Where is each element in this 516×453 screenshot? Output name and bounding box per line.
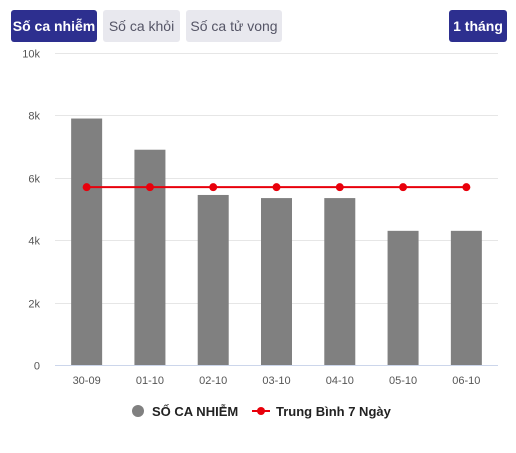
y-tick-label: 4k [28, 236, 40, 248]
y-tick-label: 6k [28, 174, 40, 186]
average-point [462, 183, 471, 192]
legend[interactable]: SỐ CA NHIỄM Trung Bình 7 Ngày [132, 404, 392, 419]
bar [197, 194, 229, 365]
legend-line-label: Trung Bình 7 Ngày [276, 404, 392, 419]
y-tick-label: 2k [28, 299, 40, 311]
legend-line-dot [257, 407, 265, 415]
x-tick-label: 01-10 [136, 375, 164, 387]
bar [134, 149, 166, 365]
y-tick-label: 10k [22, 49, 40, 61]
average-point [272, 183, 281, 192]
bar [71, 118, 103, 366]
x-tick-label: 02-10 [199, 375, 227, 387]
y-tick-label: 0 [34, 361, 40, 373]
bars [71, 118, 482, 366]
y-axis-labels: 0 2k 4k 6k 8k 10k [22, 49, 40, 373]
average-point [82, 183, 91, 192]
x-tick-label: 30-09 [73, 375, 101, 387]
average-point [209, 183, 218, 192]
x-tick-label: 04-10 [326, 375, 354, 387]
bar [387, 230, 419, 365]
x-tick-label: 06-10 [452, 375, 480, 387]
bar [261, 198, 292, 365]
bar [450, 230, 482, 365]
x-tick-label: 05-10 [389, 375, 417, 387]
bar [324, 198, 356, 365]
x-axis-labels: 30-09 01-10 02-10 03-10 04-10 05-10 06-10 [73, 375, 481, 387]
average-point [399, 183, 408, 192]
average-point [145, 183, 154, 192]
average-point [335, 183, 344, 192]
legend-bar-marker [132, 405, 144, 417]
x-tick-label: 03-10 [262, 375, 290, 387]
y-tick-label: 8k [28, 111, 40, 123]
legend-bar-label: SỐ CA NHIỄM [152, 404, 238, 419]
cases-chart: 0 2k 4k 6k 8k 10k 30-09 01-10 02-10 03-10 04-10 05… [22, 49, 498, 419]
